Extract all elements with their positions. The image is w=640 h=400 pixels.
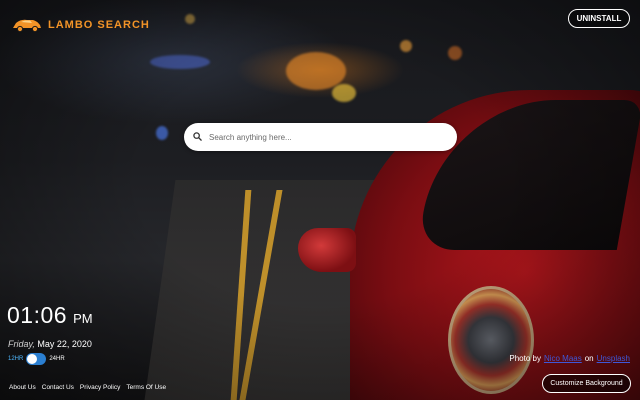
background-photo	[0, 0, 640, 400]
search-bar[interactable]	[184, 123, 457, 151]
weekday: Friday,	[8, 339, 35, 349]
credit-source-link[interactable]: Unsplash	[597, 354, 630, 363]
footer-link-about[interactable]: About Us	[9, 384, 36, 391]
date-display: Friday, May 22, 2020	[8, 339, 92, 349]
credit-on: on	[584, 354, 594, 363]
uninstall-button[interactable]: UNINSTALL	[568, 9, 630, 28]
credit-author-link[interactable]: Nico Maas	[544, 354, 582, 363]
format-12hr-label: 12HR	[8, 356, 24, 362]
footer-links: About Us Contact Us Privacy Policy Terms…	[9, 384, 166, 391]
credit-prefix: Photo by	[509, 354, 541, 363]
footer-link-terms[interactable]: Terms Of Use	[126, 384, 166, 391]
search-icon[interactable]	[193, 128, 202, 146]
brand-logo[interactable]: LAMBO SEARCH	[12, 17, 150, 33]
photo-credit: Photo by Nico Maas on Unsplash	[509, 354, 630, 363]
clock-time: 01:06	[7, 302, 68, 328]
clock-ampm: PM	[73, 311, 93, 326]
toggle-knob	[27, 354, 38, 364]
car-icon	[12, 17, 42, 33]
search-input[interactable]	[209, 123, 457, 151]
footer-link-contact[interactable]: Contact Us	[42, 384, 74, 391]
time-format-toggle-row: 12HR 24HR	[8, 353, 65, 365]
brand-name: LAMBO SEARCH	[48, 19, 150, 31]
date-text: May 22, 2020	[37, 339, 92, 349]
time-format-toggle[interactable]	[26, 353, 47, 365]
footer-link-privacy[interactable]: Privacy Policy	[80, 384, 120, 391]
format-24hr-label: 24HR	[49, 356, 65, 362]
vignette	[0, 0, 640, 400]
customize-background-button[interactable]: Customize Background	[542, 374, 631, 393]
clock: 01:06 PM	[7, 302, 93, 329]
